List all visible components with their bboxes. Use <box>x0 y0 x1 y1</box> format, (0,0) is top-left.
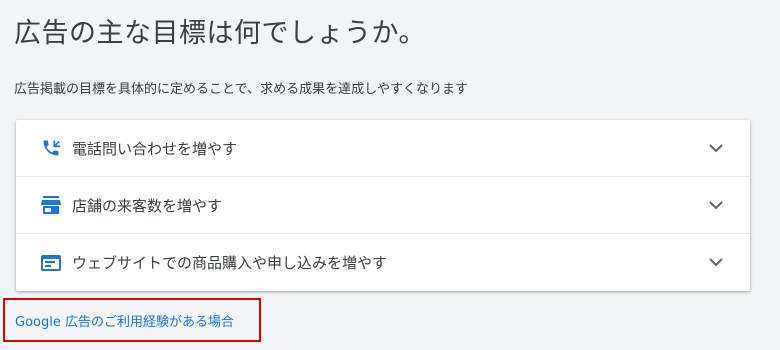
goal-options-card: 電話問い合わせを増やす 店舗の来客数を増やす ウェブサイトでの商品購入や申し込み… <box>16 120 750 291</box>
page-title: 広告の主な目標は何でしょうか。 <box>14 18 426 49</box>
chevron-down-icon[interactable] <box>706 138 726 158</box>
goal-selection-page: 広告の主な目標は何でしょうか。 広告掲載の目標を具体的に定めることで、求める成果… <box>0 0 780 350</box>
goal-option-label: ウェブサイトでの商品購入や申し込みを増やす <box>72 254 388 272</box>
page-subtitle: 広告掲載の目標を具体的に定めることで、求める成果を達成しやすくなります <box>14 82 468 97</box>
experienced-user-link[interactable]: Google 広告のご利用経験がある場合 <box>3 298 261 342</box>
chevron-down-icon[interactable] <box>706 253 726 273</box>
storefront-icon <box>40 194 62 216</box>
goal-option-website-conversions[interactable]: ウェブサイトでの商品購入や申し込みを増やす <box>16 234 750 291</box>
goal-option-store-visits[interactable]: 店舗の来客数を増やす <box>16 177 750 234</box>
web-asset-icon <box>40 252 62 274</box>
goal-option-phone-calls[interactable]: 電話問い合わせを増やす <box>16 120 750 177</box>
goal-option-label: 電話問い合わせを増やす <box>72 139 238 158</box>
chevron-down-icon[interactable] <box>706 195 726 215</box>
phone-call-icon <box>40 137 62 159</box>
goal-option-label: 店舗の来客数を増やす <box>72 196 223 215</box>
